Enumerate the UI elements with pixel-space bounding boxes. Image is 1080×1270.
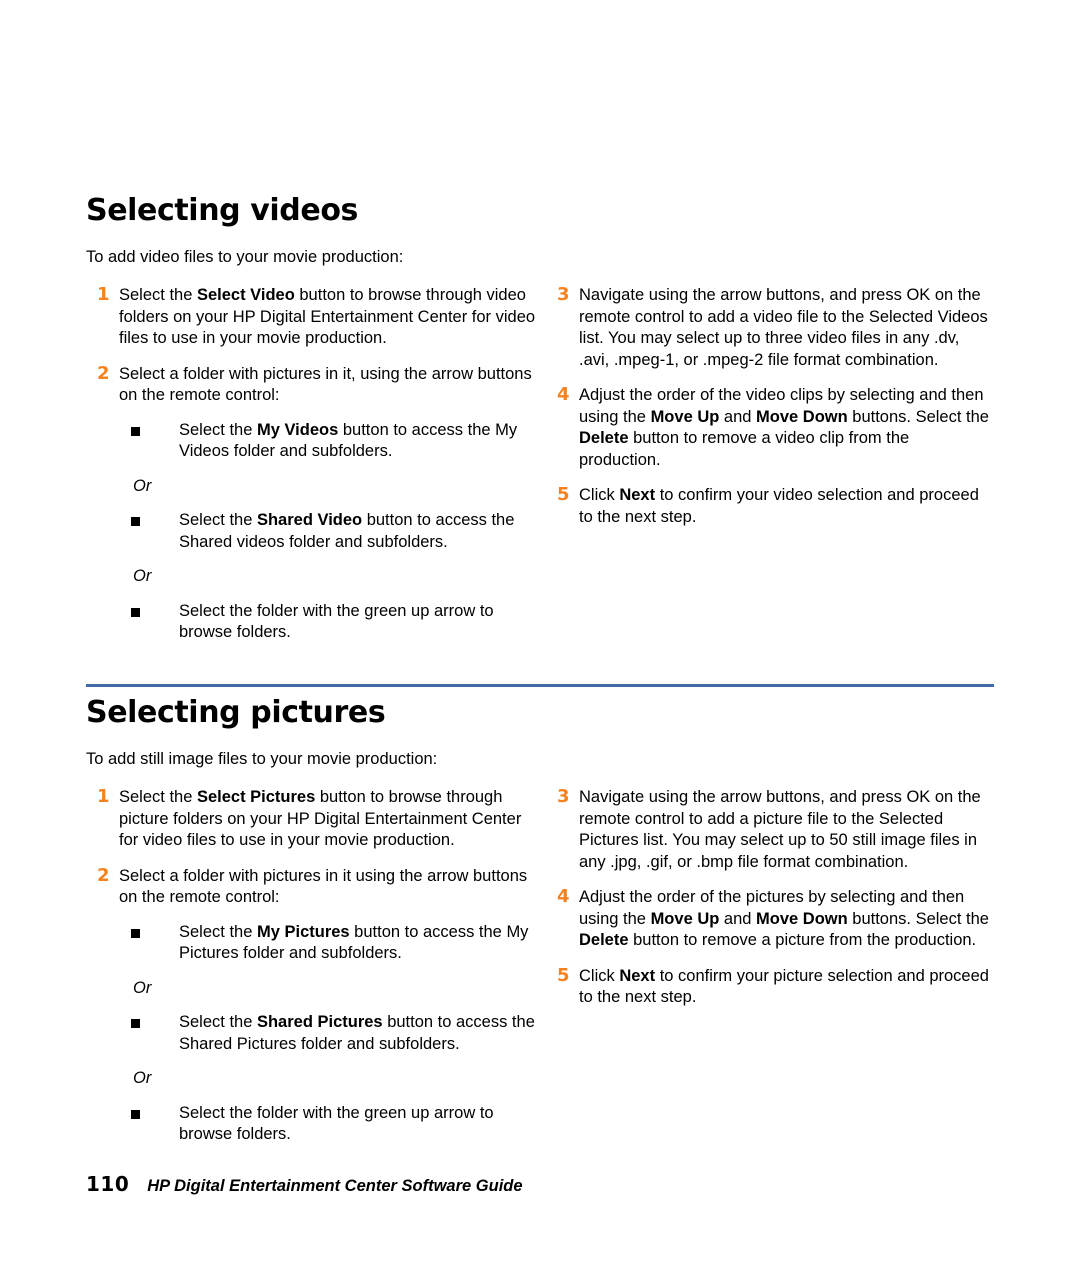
step-text: Click Next to confirm your picture selec… xyxy=(579,966,989,1007)
page-title-selecting-pictures: Selecting pictures xyxy=(86,695,386,730)
section-selecting-videos: Selecting videos To add video files to y… xyxy=(86,193,994,641)
square-bullet-icon xyxy=(131,607,140,617)
list-item: Select the folder with the green up arro… xyxy=(119,1103,537,1146)
step-text: Select a folder with pictures in it usin… xyxy=(119,866,528,907)
list-item: Select the Shared Pictures button to acc… xyxy=(119,1012,537,1055)
step-number: 2 xyxy=(97,362,110,384)
steps-column-right-pictures: 3 Navigate using the arrow buttons, and … xyxy=(557,786,994,1009)
step-item: 5 Click Next to confirm your video selec… xyxy=(557,484,994,528)
square-bullet-icon xyxy=(131,517,140,526)
steps-column-right-videos: 3 Navigate using the arrow buttons, and … xyxy=(557,284,994,528)
step-text: Select the Select Video button to browse… xyxy=(119,286,536,347)
step-text: Select a folder with pictures in it, usi… xyxy=(119,364,532,405)
square-bullet-icon xyxy=(131,1019,140,1028)
step-item: 2 Select a folder with pictures in it, u… xyxy=(97,362,537,644)
step-text: Navigate using the arrow buttons, and pr… xyxy=(579,286,988,369)
step-item: 3 Navigate using the arrow buttons, and … xyxy=(557,284,994,371)
square-bullet-icon xyxy=(131,928,140,938)
steps-column-left-videos: 1 Select the Select Video button to brow… xyxy=(97,284,537,657)
section-divider xyxy=(86,684,994,687)
page-title-selecting-videos: Selecting videos xyxy=(86,193,358,228)
page-footer: 110 HP Digital Entertainment Center Softw… xyxy=(86,1172,994,1196)
list-item-text: Select the My Pictures button to access … xyxy=(179,922,529,963)
list-item: Select the My Videos button to access th… xyxy=(119,420,537,463)
step-item: 4 Adjust the order of the video clips by… xyxy=(557,384,994,471)
list-item: Select the Shared Video button to access… xyxy=(119,510,537,553)
step-number: 3 xyxy=(557,786,570,807)
step-text: Select the Select Pictures button to bro… xyxy=(119,788,522,849)
step-item: 5 Click Next to confirm your picture sel… xyxy=(557,964,994,1009)
step-text: Click Next to confirm your video selecti… xyxy=(579,486,979,526)
step-item: 2 Select a folder with pictures in it us… xyxy=(97,864,537,1146)
or-separator: Or xyxy=(133,567,152,585)
step-text: Adjust the order of the pictures by sele… xyxy=(579,888,989,949)
step-number: 4 xyxy=(557,886,570,907)
step-text: Adjust the order of the video clips by s… xyxy=(579,386,989,469)
step-number: 5 xyxy=(557,964,570,986)
section-selecting-pictures: Selecting pictures To add still image fi… xyxy=(86,695,994,1143)
list-item: Select the My Pictures button to access … xyxy=(119,922,537,965)
square-bullet-icon xyxy=(131,426,140,436)
list-item: Select the folder with the green up arro… xyxy=(119,601,537,644)
list-item-text: Select the My Videos button to access th… xyxy=(179,420,518,461)
steps-column-left-pictures: 1 Select the Select Pictures button to b… xyxy=(97,786,537,1159)
step-number: 5 xyxy=(557,484,570,505)
square-bullet-icon xyxy=(131,1109,140,1119)
step-number: 3 xyxy=(557,284,570,305)
step-number: 1 xyxy=(97,786,110,807)
step-number: 4 xyxy=(557,384,570,405)
step-number: 2 xyxy=(97,864,110,886)
bullet-list: Select the My Videos button to access th… xyxy=(119,420,537,644)
list-item-text: Select the folder with the green up arro… xyxy=(179,1103,494,1144)
step-item: 4 Adjust the order of the pictures by se… xyxy=(557,886,994,952)
step-text: Navigate using the arrow buttons, and pr… xyxy=(579,788,981,871)
step-item: 1 Select the Select Video button to brow… xyxy=(97,284,537,350)
step-number: 1 xyxy=(97,284,110,305)
list-item-text: Select the Shared Video button to access… xyxy=(179,511,515,551)
document-page: Selecting videos To add video files to y… xyxy=(0,0,1080,1270)
step-item: 1 Select the Select Pictures button to b… xyxy=(97,786,537,852)
list-item-text: Select the Shared Pictures button to acc… xyxy=(179,1013,535,1053)
or-separator: Or xyxy=(133,1069,152,1087)
list-item-text: Select the folder with the green up arro… xyxy=(179,601,494,642)
footer-document-title: HP Digital Entertainment Center Software… xyxy=(147,1177,523,1195)
bullet-list: Select the My Pictures button to access … xyxy=(119,922,537,1146)
intro-text-selecting-pictures: To add still image files to your movie p… xyxy=(86,750,438,768)
or-separator: Or xyxy=(133,978,152,997)
or-separator: Or xyxy=(133,476,152,495)
step-item: 3 Navigate using the arrow buttons, and … xyxy=(557,786,994,873)
intro-text-selecting-videos: To add video files to your movie product… xyxy=(86,248,404,266)
footer-page-number: 110 xyxy=(86,1172,130,1196)
